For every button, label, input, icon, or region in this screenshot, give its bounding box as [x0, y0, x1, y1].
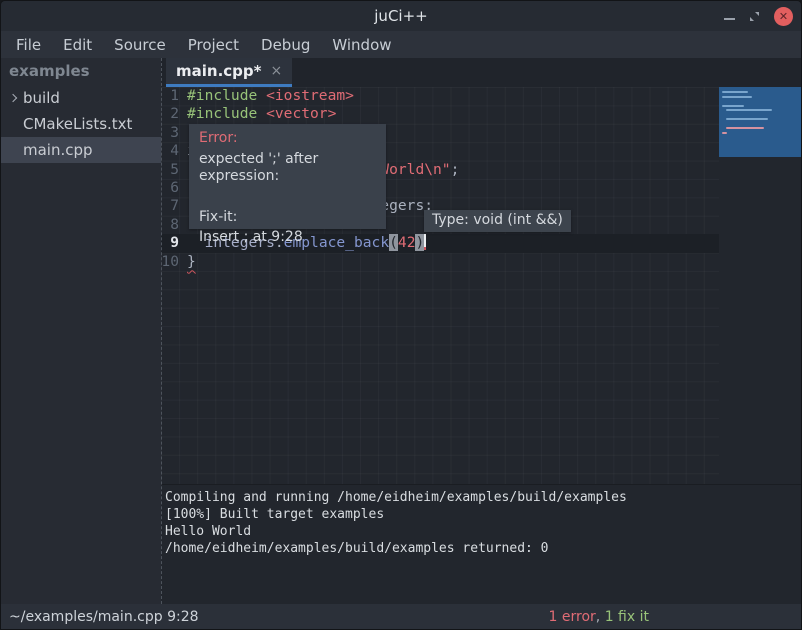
- sidebar-item-main-cpp[interactable]: main.cpp: [1, 137, 161, 163]
- line-number: 5: [161, 161, 183, 179]
- file-tree: build CMakeLists.txt main.cpp: [1, 85, 161, 163]
- minimap-line: [722, 132, 727, 134]
- tab-bar: main.cpp* ×: [161, 58, 801, 87]
- close-icon[interactable]: ✕: [774, 7, 793, 26]
- tree-item-label: CMakeLists.txt: [23, 115, 132, 133]
- status-file-location: ~/examples/main.cpp 9:28: [9, 609, 199, 625]
- pane-splitter[interactable]: [161, 58, 162, 604]
- error-tooltip: Error: expected ';' after expression: Fi…: [189, 124, 386, 229]
- close-glyph: ✕: [779, 11, 788, 22]
- code-line-1[interactable]: 1#include <iostream>: [161, 87, 719, 105]
- minimap[interactable]: [719, 87, 801, 157]
- code-line-2[interactable]: 2#include <vector>: [161, 105, 719, 123]
- line-number: 1: [161, 87, 183, 105]
- line-number: 6: [161, 179, 183, 197]
- output-line: [100%] Built target examples: [165, 506, 801, 523]
- line-number: 10: [161, 253, 183, 271]
- restore-icon[interactable]: [749, 11, 760, 22]
- minimap-line: [722, 91, 748, 93]
- title-bar: juCi++ ✕: [1, 1, 801, 31]
- window-controls: ✕: [724, 1, 793, 31]
- line-number: 9: [161, 234, 183, 252]
- menu-item-source[interactable]: Source: [103, 36, 177, 54]
- status-error-count[interactable]: 1 error: [549, 609, 596, 625]
- chevron-right-icon: [9, 94, 17, 102]
- minimap-line: [726, 127, 764, 129]
- app-window: juCi++ ✕ FileEditSourceProjectDebugWindo…: [0, 0, 802, 630]
- code-text: [183, 179, 187, 197]
- tab-main-cpp[interactable]: main.cpp* ×: [166, 58, 292, 87]
- editor-pane: main.cpp* × 1#include <iostream>2#includ…: [161, 58, 801, 604]
- line-number: 8: [161, 216, 183, 234]
- tree-item-label: main.cpp: [23, 141, 93, 159]
- error-tooltip-message: expected ';' after expression:: [199, 151, 376, 185]
- line-number: 2: [161, 105, 183, 123]
- menu-bar: FileEditSourceProjectDebugWindow: [1, 31, 801, 58]
- status-diagnostics: 1 error , 1 fix it: [549, 604, 649, 629]
- output-console: Compiling and running /home/eidheim/exam…: [161, 484, 801, 606]
- code-text: }: [183, 253, 196, 271]
- code-text: #include <iostream>: [183, 87, 354, 105]
- error-tooltip-title: Error:: [199, 130, 376, 147]
- menu-item-edit[interactable]: Edit: [52, 36, 103, 54]
- project-name-header: examples: [1, 58, 161, 85]
- status-fixit-count[interactable]: 1 fix it: [605, 609, 649, 625]
- status-separator: ,: [596, 609, 605, 625]
- output-line: Compiling and running /home/eidheim/exam…: [165, 489, 801, 506]
- window-title: juCi++: [374, 7, 427, 25]
- minimap-line: [726, 118, 768, 120]
- code-text: [183, 124, 187, 142]
- minimize-icon[interactable]: [724, 18, 735, 20]
- code-line-10[interactable]: 10}: [161, 253, 719, 271]
- text-cursor: [424, 234, 426, 250]
- status-bar: ~/examples/main.cpp 9:28 1 error , 1 fix…: [1, 604, 801, 629]
- code-text: #include <vector>: [183, 105, 336, 123]
- output-line: Hello World: [165, 523, 801, 540]
- line-number: 4: [161, 142, 183, 160]
- line-number: 3: [161, 124, 183, 142]
- output-line: /home/eidheim/examples/build/examples re…: [165, 540, 801, 557]
- menu-item-file[interactable]: File: [5, 36, 52, 54]
- minimap-line: [722, 96, 752, 98]
- sidebar-item-build[interactable]: build: [1, 85, 161, 111]
- code-text: [183, 216, 187, 234]
- tab-close-icon[interactable]: ×: [270, 64, 282, 78]
- minimap-line: [726, 109, 772, 111]
- main-area: examples build CMakeLists.txt main.cpp mai…: [1, 58, 801, 604]
- menu-item-debug[interactable]: Debug: [250, 36, 321, 54]
- tree-item-label: build: [23, 89, 60, 107]
- fixit-label: Fix-it:: [199, 209, 376, 226]
- file-tree-sidebar: examples build CMakeLists.txt main.cpp: [1, 58, 161, 604]
- sidebar-item-cmakelists-txt[interactable]: CMakeLists.txt: [1, 111, 161, 137]
- menu-item-project[interactable]: Project: [177, 36, 250, 54]
- type-tooltip-text: Type: void (int &&): [432, 212, 563, 228]
- type-tooltip: Type: void (int &&): [424, 210, 571, 232]
- minimap-line: [722, 105, 744, 107]
- menu-item-window[interactable]: Window: [321, 36, 402, 54]
- code-editor[interactable]: 1#include <iostream>2#include <vector>34…: [161, 87, 801, 484]
- line-number: 7: [161, 197, 183, 215]
- tab-label: main.cpp*: [176, 62, 261, 80]
- fixit-text: Insert ; at 9:28: [199, 229, 376, 246]
